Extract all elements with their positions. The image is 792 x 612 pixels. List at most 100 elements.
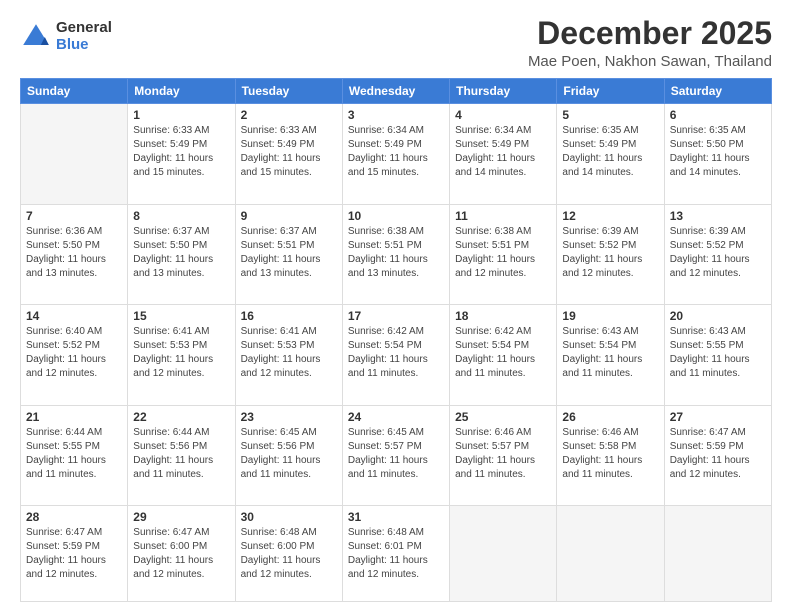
calendar-cell: 1 Sunrise: 6:33 AMSunset: 5:49 PMDaylight… <box>128 104 235 205</box>
day-info: Sunrise: 6:34 AMSunset: 5:49 PMDaylight:… <box>455 124 551 180</box>
calendar-cell: 27 Sunrise: 6:47 AMSunset: 5:59 PMDayligh… <box>664 405 771 506</box>
day-number: 29 <box>133 510 229 524</box>
day-number: 7 <box>26 209 122 223</box>
day-info: Sunrise: 6:47 AMSunset: 5:59 PMDaylight:… <box>26 526 122 582</box>
calendar-cell: 8 Sunrise: 6:37 AMSunset: 5:50 PMDaylight… <box>128 204 235 305</box>
day-info: Sunrise: 6:47 AMSunset: 5:59 PMDaylight:… <box>670 426 766 482</box>
calendar-cell: 11 Sunrise: 6:38 AMSunset: 5:51 PMDayligh… <box>450 204 557 305</box>
calendar-cell: 24 Sunrise: 6:45 AMSunset: 5:57 PMDayligh… <box>342 405 449 506</box>
calendar-header-saturday: Saturday <box>664 79 771 104</box>
calendar-cell: 22 Sunrise: 6:44 AMSunset: 5:56 PMDayligh… <box>128 405 235 506</box>
calendar-week-row: 21Sunrise: 6:44 AMSunset: 5:55 PMDayligh… <box>21 405 772 506</box>
calendar-cell: 16 Sunrise: 6:41 AMSunset: 5:53 PMDayligh… <box>235 305 342 406</box>
calendar-cell: 26 Sunrise: 6:46 AMSunset: 5:58 PMDayligh… <box>557 405 664 506</box>
day-info: Sunrise: 6:34 AMSunset: 5:49 PMDaylight:… <box>348 124 444 180</box>
day-info: Sunrise: 6:36 AMSunset: 5:50 PMDaylight:… <box>26 225 122 281</box>
calendar-cell: 18 Sunrise: 6:42 AMSunset: 5:54 PMDayligh… <box>450 305 557 406</box>
calendar-week-row: 1 Sunrise: 6:33 AMSunset: 5:49 PMDaylight… <box>21 104 772 205</box>
day-number: 11 <box>455 209 551 223</box>
calendar-cell: 28 Sunrise: 6:47 AMSunset: 5:59 PMDayligh… <box>21 506 128 602</box>
calendar-cell: 9 Sunrise: 6:37 AMSunset: 5:51 PMDaylight… <box>235 204 342 305</box>
day-number: 8 <box>133 209 229 223</box>
calendar-cell <box>557 506 664 602</box>
calendar-cell: 6 Sunrise: 6:35 AMSunset: 5:50 PMDaylight… <box>664 104 771 205</box>
day-number: 27 <box>670 410 766 424</box>
day-info: Sunrise: 6:46 AMSunset: 5:58 PMDaylight:… <box>562 426 658 482</box>
calendar-cell: 29Sunrise: 6:47 AMSunset: 6:00 PMDayligh… <box>128 506 235 602</box>
calendar-cell <box>664 506 771 602</box>
calendar-cell: 10Sunrise: 6:38 AMSunset: 5:51 PMDayligh… <box>342 204 449 305</box>
calendar-week-row: 7 Sunrise: 6:36 AMSunset: 5:50 PMDaylight… <box>21 204 772 305</box>
day-number: 4 <box>455 108 551 122</box>
day-number: 18 <box>455 309 551 323</box>
day-number: 10 <box>348 209 444 223</box>
day-info: Sunrise: 6:33 AMSunset: 5:49 PMDaylight:… <box>241 124 337 180</box>
day-number: 20 <box>670 309 766 323</box>
day-info: Sunrise: 6:45 AMSunset: 5:56 PMDaylight:… <box>241 426 337 482</box>
logo-general: General <box>56 20 112 37</box>
day-info: Sunrise: 6:48 AMSunset: 6:01 PMDaylight:… <box>348 526 444 582</box>
day-info: Sunrise: 6:37 AMSunset: 5:50 PMDaylight:… <box>133 225 229 281</box>
day-number: 30 <box>241 510 337 524</box>
subtitle: Mae Poen, Nakhon Sawan, Thailand <box>528 53 772 70</box>
day-number: 21 <box>26 410 122 424</box>
day-info: Sunrise: 6:43 AMSunset: 5:55 PMDaylight:… <box>670 325 766 381</box>
day-info: Sunrise: 6:44 AMSunset: 5:56 PMDaylight:… <box>133 426 229 482</box>
calendar-cell: 30 Sunrise: 6:48 AMSunset: 6:00 PMDayligh… <box>235 506 342 602</box>
day-number: 9 <box>241 209 337 223</box>
calendar-header-sunday: Sunday <box>21 79 128 104</box>
calendar-cell: 20 Sunrise: 6:43 AMSunset: 5:55 PMDayligh… <box>664 305 771 406</box>
calendar-table: SundayMondayTuesdayWednesdayThursdayFrid… <box>20 78 772 602</box>
day-info: Sunrise: 6:35 AMSunset: 5:49 PMDaylight:… <box>562 124 658 180</box>
calendar-cell: 14Sunrise: 6:40 AMSunset: 5:52 PMDayligh… <box>21 305 128 406</box>
day-number: 16 <box>241 309 337 323</box>
day-info: Sunrise: 6:33 AMSunset: 5:49 PMDaylight:… <box>133 124 229 180</box>
day-info: Sunrise: 6:42 AMSunset: 5:54 PMDaylight:… <box>455 325 551 381</box>
day-info: Sunrise: 6:41 AMSunset: 5:53 PMDaylight:… <box>241 325 337 381</box>
calendar-cell: 19Sunrise: 6:43 AMSunset: 5:54 PMDayligh… <box>557 305 664 406</box>
day-info: Sunrise: 6:39 AMSunset: 5:52 PMDaylight:… <box>562 225 658 281</box>
day-number: 12 <box>562 209 658 223</box>
day-info: Sunrise: 6:46 AMSunset: 5:57 PMDaylight:… <box>455 426 551 482</box>
day-number: 22 <box>133 410 229 424</box>
logo-icon <box>20 21 52 53</box>
day-info: Sunrise: 6:37 AMSunset: 5:51 PMDaylight:… <box>241 225 337 281</box>
calendar-week-row: 28 Sunrise: 6:47 AMSunset: 5:59 PMDayligh… <box>21 506 772 602</box>
day-info: Sunrise: 6:45 AMSunset: 5:57 PMDaylight:… <box>348 426 444 482</box>
day-number: 24 <box>348 410 444 424</box>
day-number: 26 <box>562 410 658 424</box>
calendar-cell: 25 Sunrise: 6:46 AMSunset: 5:57 PMDayligh… <box>450 405 557 506</box>
calendar-cell: 15 Sunrise: 6:41 AMSunset: 5:53 PMDayligh… <box>128 305 235 406</box>
calendar-cell: 23 Sunrise: 6:45 AMSunset: 5:56 PMDayligh… <box>235 405 342 506</box>
day-info: Sunrise: 6:41 AMSunset: 5:53 PMDaylight:… <box>133 325 229 381</box>
calendar-cell <box>21 104 128 205</box>
page: General Blue December 2025 Mae Poen, Nak… <box>0 0 792 612</box>
logo-text: General Blue <box>56 20 112 53</box>
day-number: 17 <box>348 309 444 323</box>
day-number: 31 <box>348 510 444 524</box>
day-number: 25 <box>455 410 551 424</box>
calendar-week-row: 14Sunrise: 6:40 AMSunset: 5:52 PMDayligh… <box>21 305 772 406</box>
day-number: 28 <box>26 510 122 524</box>
calendar-cell: 5Sunrise: 6:35 AMSunset: 5:49 PMDaylight… <box>557 104 664 205</box>
day-info: Sunrise: 6:48 AMSunset: 6:00 PMDaylight:… <box>241 526 337 582</box>
day-number: 6 <box>670 108 766 122</box>
calendar-cell: 4 Sunrise: 6:34 AMSunset: 5:49 PMDaylight… <box>450 104 557 205</box>
day-number: 1 <box>133 108 229 122</box>
calendar-cell: 31 Sunrise: 6:48 AMSunset: 6:01 PMDayligh… <box>342 506 449 602</box>
day-info: Sunrise: 6:40 AMSunset: 5:52 PMDaylight:… <box>26 325 122 381</box>
calendar-cell: 17 Sunrise: 6:42 AMSunset: 5:54 PMDayligh… <box>342 305 449 406</box>
calendar-cell: 21Sunrise: 6:44 AMSunset: 5:55 PMDayligh… <box>21 405 128 506</box>
day-number: 15 <box>133 309 229 323</box>
day-number: 19 <box>562 309 658 323</box>
header: General Blue December 2025 Mae Poen, Nak… <box>20 16 772 70</box>
day-number: 2 <box>241 108 337 122</box>
day-info: Sunrise: 6:42 AMSunset: 5:54 PMDaylight:… <box>348 325 444 381</box>
calendar-cell: 2 Sunrise: 6:33 AMSunset: 5:49 PMDaylight… <box>235 104 342 205</box>
calendar-cell <box>450 506 557 602</box>
calendar-cell: 3Sunrise: 6:34 AMSunset: 5:49 PMDaylight… <box>342 104 449 205</box>
day-info: Sunrise: 6:35 AMSunset: 5:50 PMDaylight:… <box>670 124 766 180</box>
calendar-header-tuesday: Tuesday <box>235 79 342 104</box>
day-info: Sunrise: 6:38 AMSunset: 5:51 PMDaylight:… <box>455 225 551 281</box>
day-number: 23 <box>241 410 337 424</box>
